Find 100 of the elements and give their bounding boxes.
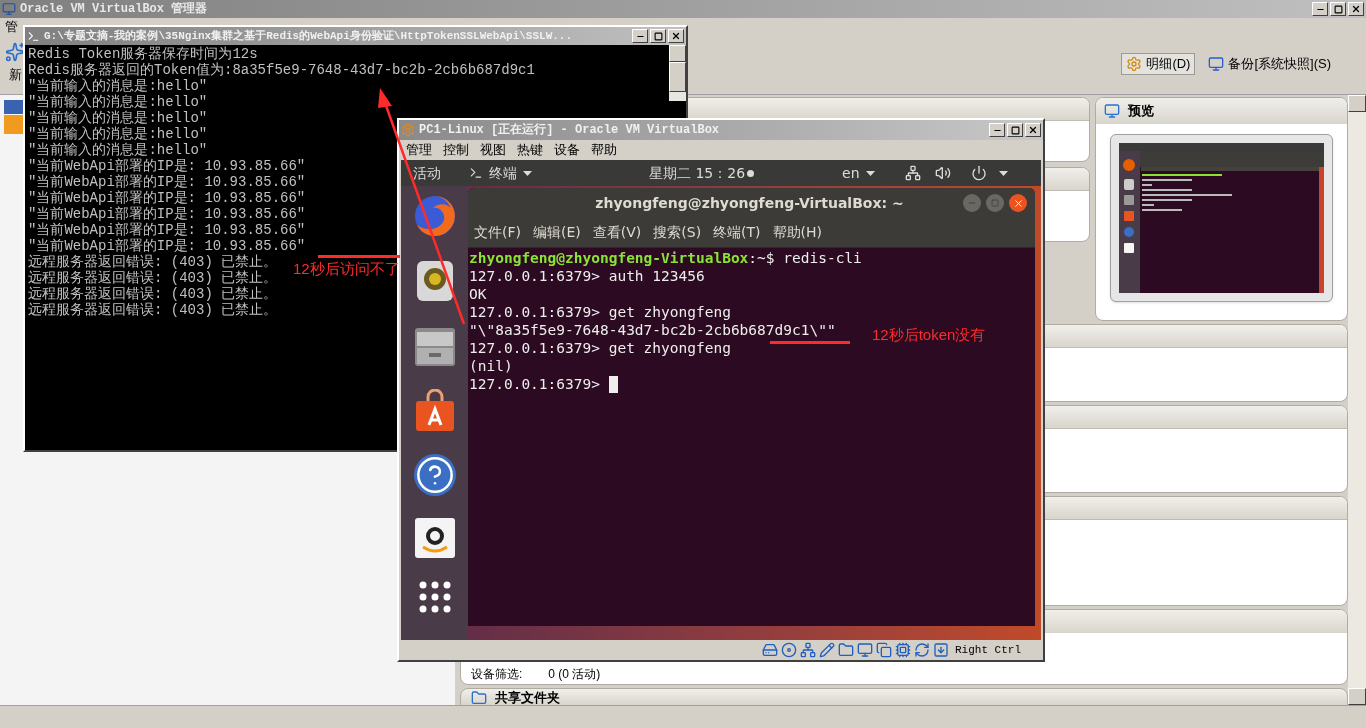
window-title: PC1-Linux [正在运行] - Oracle VM VirtualBox bbox=[419, 122, 721, 139]
app-icon bbox=[401, 123, 415, 137]
maximize-button[interactable] bbox=[650, 29, 666, 43]
view-button[interactable]: 明细(D) bbox=[1121, 53, 1196, 75]
browser-icon[interactable] bbox=[412, 194, 457, 238]
volume-icon[interactable] bbox=[934, 165, 951, 181]
menu-item[interactable]: 热键 bbox=[517, 140, 543, 160]
monitor-icon bbox=[1104, 103, 1120, 119]
maximize-icon bbox=[1010, 125, 1020, 135]
console-line: "当前输入的消息是:hello" bbox=[28, 94, 208, 110]
speaker-icon[interactable] bbox=[414, 259, 455, 303]
minimize-button[interactable] bbox=[989, 123, 1005, 137]
terminal-line: (nil) bbox=[469, 357, 513, 375]
close-button[interactable] bbox=[668, 29, 684, 43]
clock[interactable]: 星期二 15：26 bbox=[649, 162, 746, 184]
usb-filter-value: 0 (0 活动) bbox=[548, 667, 601, 681]
prompt-user: zhyongfeng@zhyongfeng-VirtualBox bbox=[469, 249, 749, 267]
close-icon bbox=[1012, 197, 1024, 209]
menu-item[interactable]: 管理 bbox=[406, 140, 432, 160]
panel-title: 共享文件夹 bbox=[495, 690, 560, 705]
console-line: "当前WebApi部署的IP是: 10.93.85.66" bbox=[28, 190, 306, 206]
menu-item[interactable]: 搜索(S) bbox=[653, 222, 702, 243]
view-button[interactable]: 备份[系统快照](S) bbox=[1203, 53, 1336, 75]
minimize-button[interactable] bbox=[632, 29, 648, 43]
folder-icon[interactable] bbox=[838, 642, 854, 658]
console-line: "当前输入的消息是:hello" bbox=[28, 110, 208, 126]
close-icon bbox=[1351, 4, 1361, 14]
caret-icon bbox=[523, 170, 532, 176]
terminal-line: 127.0.0.1:6379> get zhyongfeng bbox=[469, 303, 731, 321]
usb-filter-label: 设备筛选: bbox=[471, 667, 523, 681]
terminal-icon bbox=[469, 166, 483, 180]
console-line: Redis服务器返回的Token值为:8a35f5e9-7648-43d7-bc2b-2cb6b687d9c1 bbox=[28, 62, 535, 78]
text-cursor bbox=[608, 375, 618, 393]
toolbar-button[interactable]: 新 bbox=[0, 36, 25, 85]
dot-icon bbox=[747, 169, 755, 177]
panel-title: 预览 bbox=[1128, 102, 1154, 121]
console-line: 远程服务器返回错误: (403) 已禁止。 bbox=[28, 302, 278, 318]
close-icon bbox=[1028, 125, 1038, 135]
console-line: "当前WebApi部署的IP是: 10.93.85.66" bbox=[28, 238, 306, 254]
network-icon[interactable] bbox=[800, 642, 816, 658]
app-icon bbox=[2, 2, 16, 16]
caret-icon[interactable] bbox=[998, 170, 1008, 176]
menu-item[interactable]: 查看(V) bbox=[592, 222, 642, 243]
terminal-line: 127.0.0.1:6379> bbox=[469, 375, 600, 393]
power-icon[interactable] bbox=[970, 165, 987, 181]
maximize-icon bbox=[1333, 4, 1343, 14]
console-line: Redis Token服务器保存时间为12s bbox=[28, 46, 258, 62]
close-button[interactable] bbox=[1009, 194, 1027, 212]
menu-item[interactable]: 编辑(E) bbox=[533, 222, 581, 243]
close-button[interactable] bbox=[1025, 123, 1041, 137]
maximize-button[interactable] bbox=[1330, 2, 1346, 16]
shopping-smile-icon[interactable] bbox=[413, 517, 456, 559]
scrollbar[interactable] bbox=[1348, 95, 1366, 705]
console-line: 远程服务器返回错误: (403) 已禁止。 bbox=[28, 270, 278, 286]
language-menu[interactable]: en bbox=[842, 162, 875, 184]
new-icon bbox=[5, 42, 25, 62]
close-button[interactable] bbox=[1348, 2, 1364, 16]
windows-icon[interactable] bbox=[876, 642, 892, 658]
menu-item[interactable]: 帮助 bbox=[591, 140, 617, 160]
console-line: "当前WebApi部署的IP是: 10.93.85.66" bbox=[28, 158, 306, 174]
terminal-line: 127.0.0.1:6379> auth 123456 bbox=[469, 267, 705, 285]
activities-button[interactable]: 活动 bbox=[413, 162, 469, 184]
console-line: "当前WebApi部署的IP是: 10.93.85.66" bbox=[28, 206, 306, 222]
maximize-icon bbox=[653, 31, 663, 41]
menu-item[interactable]: 视图 bbox=[480, 140, 506, 160]
console-line: "当前WebApi部署的IP是: 10.93.85.66" bbox=[28, 174, 306, 190]
console-line: "当前输入的消息是:hello" bbox=[28, 142, 208, 158]
console-icon bbox=[27, 29, 40, 43]
close-icon bbox=[671, 31, 681, 41]
menu-item[interactable]: 设备 bbox=[554, 140, 580, 160]
terminal-title: zhyongfeng@zhyongfeng-VirtualBox: ~ bbox=[594, 193, 905, 213]
annotation-text: 12秒后token没有 bbox=[872, 326, 986, 344]
chip-icon[interactable] bbox=[895, 642, 911, 658]
terminal-line: "\"8a35f5e9-7648-43d7-bc2b-2cb6b687d9c1\"" bbox=[469, 321, 836, 339]
menu-item[interactable]: 帮助(H) bbox=[772, 222, 823, 243]
caret-icon bbox=[865, 170, 875, 176]
menu-item[interactable]: 文件(F) bbox=[474, 222, 521, 243]
terminal-line: :~$ redis-cli bbox=[748, 249, 862, 267]
app-grid-icon[interactable] bbox=[417, 580, 452, 614]
scrollbar[interactable] bbox=[669, 45, 686, 101]
maximize-button[interactable] bbox=[1007, 123, 1023, 137]
monitor-icon[interactable] bbox=[857, 642, 873, 658]
app-menu[interactable]: 终端 bbox=[469, 162, 649, 184]
gear-icon bbox=[1126, 56, 1143, 72]
console-line: "当前WebApi部署的IP是: 10.93.85.66" bbox=[28, 222, 306, 238]
console-line: 远程服务器返回错误: (403) 已禁止。 bbox=[28, 286, 278, 302]
pen-icon[interactable] bbox=[819, 642, 835, 658]
menu-item[interactable]: 终端(T) bbox=[713, 222, 761, 243]
terminal-line: OK bbox=[469, 285, 487, 303]
console-line: 远程服务器返回错误: (403) 已禁止。 bbox=[28, 254, 278, 270]
host-key-label: Right Ctrl bbox=[955, 642, 1021, 658]
console-line: "当前输入的消息是:hello" bbox=[28, 126, 208, 142]
disc-icon[interactable] bbox=[781, 642, 797, 658]
menu-item[interactable]: 控制 bbox=[443, 140, 469, 160]
minimize-button[interactable] bbox=[1312, 2, 1328, 16]
network-icon[interactable] bbox=[904, 165, 921, 181]
circular-arrows-icon[interactable] bbox=[914, 642, 930, 658]
help-icon[interactable] bbox=[413, 454, 456, 496]
vm-icon bbox=[4, 100, 24, 134]
menu-item[interactable]: 管 bbox=[5, 17, 18, 37]
